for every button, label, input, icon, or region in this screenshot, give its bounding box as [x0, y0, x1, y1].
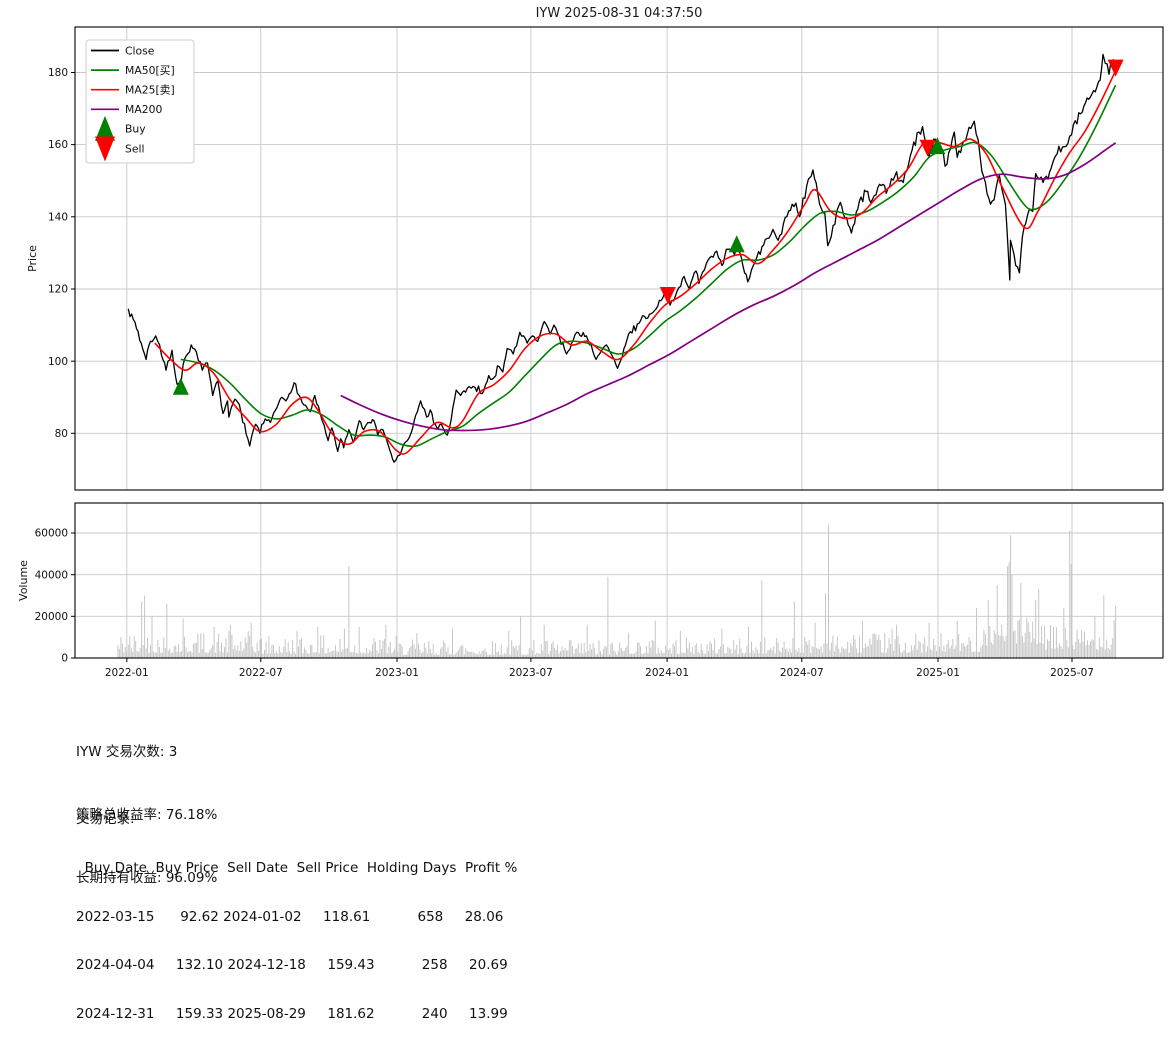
trade-log-heading: 交易记录:: [76, 811, 135, 828]
legend-label: Sell: [125, 142, 145, 155]
trade-markers: [172, 59, 1124, 395]
volume-tick-label: 40000: [35, 569, 68, 581]
volume-axis-label: Volume: [17, 560, 30, 601]
legend-label: MA25[卖]: [125, 84, 175, 97]
price-panel-border: [74, 26, 1164, 491]
volume-panel-border: [74, 502, 1164, 659]
close-line: [127, 53, 1117, 463]
stat-trade-count: IYW 交易次数: 3: [76, 744, 178, 760]
trade-log-header-row: Buy Date Buy Price Sell Date Sell Price …: [76, 860, 518, 877]
trade-log: 交易记录: Buy Date Buy Price Sell Date Sell …: [76, 779, 517, 1054]
date-tick-label: 2024-01: [645, 667, 689, 679]
date-tick-label: 2022-01: [105, 667, 149, 679]
buy-marker-icon: [172, 377, 189, 395]
date-tick-label: 2023-07: [509, 667, 553, 679]
volume-tick-label: 60000: [35, 528, 68, 540]
price-tick-label: 160: [48, 139, 68, 151]
date-tick-label: 2025-01: [916, 667, 960, 679]
volume-tick-label: 20000: [35, 611, 68, 623]
trade-log-row: 2024-12-31 159.33 2025-08-29 181.62 240 …: [76, 1005, 508, 1022]
date-tick-label: 2023-01: [375, 667, 419, 679]
buy-marker-icon: [728, 235, 745, 253]
legend: Close MA50[买] MA25[卖] MA200 Buy Sell: [85, 39, 195, 164]
price-tick-label: 140: [48, 211, 68, 223]
grid: [75, 27, 1163, 659]
ma200-line: [340, 142, 1117, 432]
volume-bars: [117, 524, 1117, 658]
date-tick-label: 2025-07: [1050, 667, 1094, 679]
date-tick-label: 2022-07: [239, 667, 283, 679]
trade-log-row: 2022-03-15 92.62 2024-01-02 118.61 658 2…: [76, 908, 504, 925]
legend-label: MA50[买]: [125, 64, 175, 77]
price-volume-chart-canvas: 80 100 120 140 160 180 0 20000 40000 60000 2022-01…: [17, 26, 1164, 679]
legend-label: MA200: [125, 103, 162, 116]
price-tick-label: 120: [48, 284, 68, 296]
ma50-line: [180, 84, 1117, 448]
price-tick-label: 100: [48, 356, 68, 368]
stock-figure: IYW 2025-08-31 04:37:50 80 100 120 140 160 18…: [0, 0, 1172, 1022]
date-tick-label: 2024-07: [780, 667, 824, 679]
legend-label: Close: [125, 44, 155, 57]
price-tick-label: 180: [48, 67, 68, 79]
trade-log-row: 2024-04-04 132.10 2024-12-18 159.43 258 …: [76, 957, 508, 974]
price-axis-label: Price: [26, 245, 39, 272]
legend-label: Buy: [125, 123, 146, 136]
price-tick-label: 80: [55, 428, 68, 440]
volume-tick-label: 0: [61, 653, 68, 665]
